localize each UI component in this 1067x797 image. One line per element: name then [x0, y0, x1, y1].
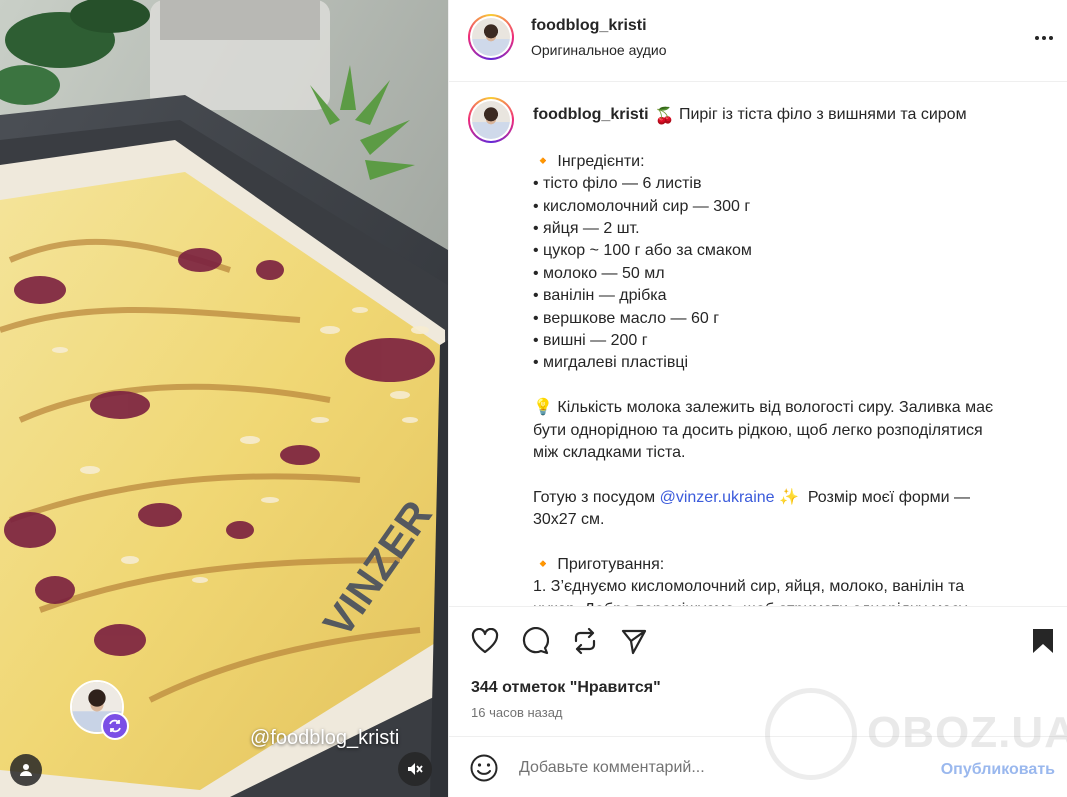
author-username[interactable]: foodblog_kristi — [531, 17, 647, 35]
emoji-picker-button[interactable] — [469, 753, 499, 783]
caption-line: • вишні — 200 г — [533, 332, 648, 350]
caption-line — [533, 532, 1043, 554]
bookmark-icon — [1033, 629, 1053, 653]
comment-input[interactable] — [519, 755, 899, 781]
caption-line: • мигдалеві пластівці — [533, 354, 689, 372]
caption-title: Пиріг із тіста філо з вишнями та сиром — [678, 106, 967, 123]
more-options-button[interactable] — [1031, 26, 1057, 50]
food-photo: VINZER — [0, 0, 448, 797]
user-icon — [20, 764, 32, 776]
caption-line: • тісто філо — 6 листів — [533, 175, 702, 193]
audio-label[interactable]: Оригинальное аудио — [531, 42, 667, 58]
post-details-panel: foodblog_kristi Оригинальное аудио foodb… — [448, 0, 1067, 797]
caption-line — [533, 375, 1043, 397]
comment-bubble-icon — [522, 627, 549, 655]
like-button[interactable] — [469, 625, 501, 657]
post-media[interactable]: VINZER @foodblog_kristi — [0, 0, 448, 797]
caption-vendor-line-2: 30х27 см. — [533, 511, 605, 529]
caption-line: між складками тіста. — [533, 444, 686, 462]
remix-icon[interactable] — [101, 712, 129, 740]
caption-line: бути однорідною та досить рідкою, щоб ле… — [533, 421, 983, 439]
caption-line: • яйця — 2 шт. — [533, 220, 640, 238]
repost-button[interactable] — [569, 625, 601, 657]
caption-username[interactable]: foodblog_kristi — [533, 106, 649, 123]
caption-line: 💡 Кількість молока залежить від вологост… — [533, 399, 994, 417]
post-timestamp[interactable]: 16 часов назад — [471, 705, 563, 720]
cherry-emoji: 🍒 — [654, 108, 675, 125]
muted-speaker-icon — [408, 763, 423, 775]
post-caption: foodblog_kristi 🍒 Пиріг із тіста філо з в… — [533, 104, 1043, 606]
mute-button[interactable] — [398, 752, 432, 786]
video-watermark-handle: @foodblog_kristi — [250, 727, 400, 749]
author-avatar[interactable] — [468, 14, 514, 60]
save-button[interactable] — [1027, 625, 1059, 657]
caption-line — [533, 128, 1043, 150]
likes-count[interactable]: 344 отметок "Нравится" — [471, 679, 661, 697]
share-button[interactable] — [618, 625, 650, 657]
caption-scroll-area[interactable]: foodblog_kristi 🍒 Пиріг із тіста філо з в… — [449, 83, 1067, 606]
caption-line: 🔸 Приготування: — [533, 556, 665, 574]
caption-line: • кисломолочний сир — 300 г — [533, 197, 751, 215]
heart-icon — [471, 628, 499, 654]
post-actions: 344 отметок "Нравится" 16 часов назад — [449, 606, 1067, 736]
caption-line: 🔸 Інгредієнти: — [533, 152, 645, 170]
caption-line: цукор. Добре перемішуємо, щоб отримати о… — [533, 599, 1043, 606]
caption-vendor-line: Готую з посудом @vinzer.ukraine ✨ Розмір… — [533, 488, 971, 506]
smiley-icon — [470, 754, 498, 782]
vendor-mention-link[interactable]: @vinzer.ukraine — [660, 489, 775, 506]
caption-author-avatar[interactable] — [468, 97, 514, 143]
caption-line: 1. З’єднуємо кисломолочний сир, яйця, мо… — [533, 578, 965, 596]
paper-plane-icon — [621, 629, 647, 655]
publish-comment-button[interactable]: Опубликовать — [941, 761, 1055, 779]
tagged-users-button[interactable] — [10, 754, 42, 786]
caption-line: • ванілін — дрібка — [533, 287, 667, 305]
comment-button[interactable] — [519, 625, 551, 657]
caption-line: • цукор ~ 100 г або за смаком — [533, 242, 752, 260]
caption-line: • вершкове масло — 60 г — [533, 309, 720, 327]
caption-line: • молоко — 50 мл — [533, 264, 665, 282]
repost-icon — [574, 627, 596, 655]
post-header: foodblog_kristi Оригинальное аудио — [449, 0, 1067, 82]
caption-line — [533, 464, 1043, 486]
add-comment-bar: Опубликовать — [449, 736, 1067, 797]
